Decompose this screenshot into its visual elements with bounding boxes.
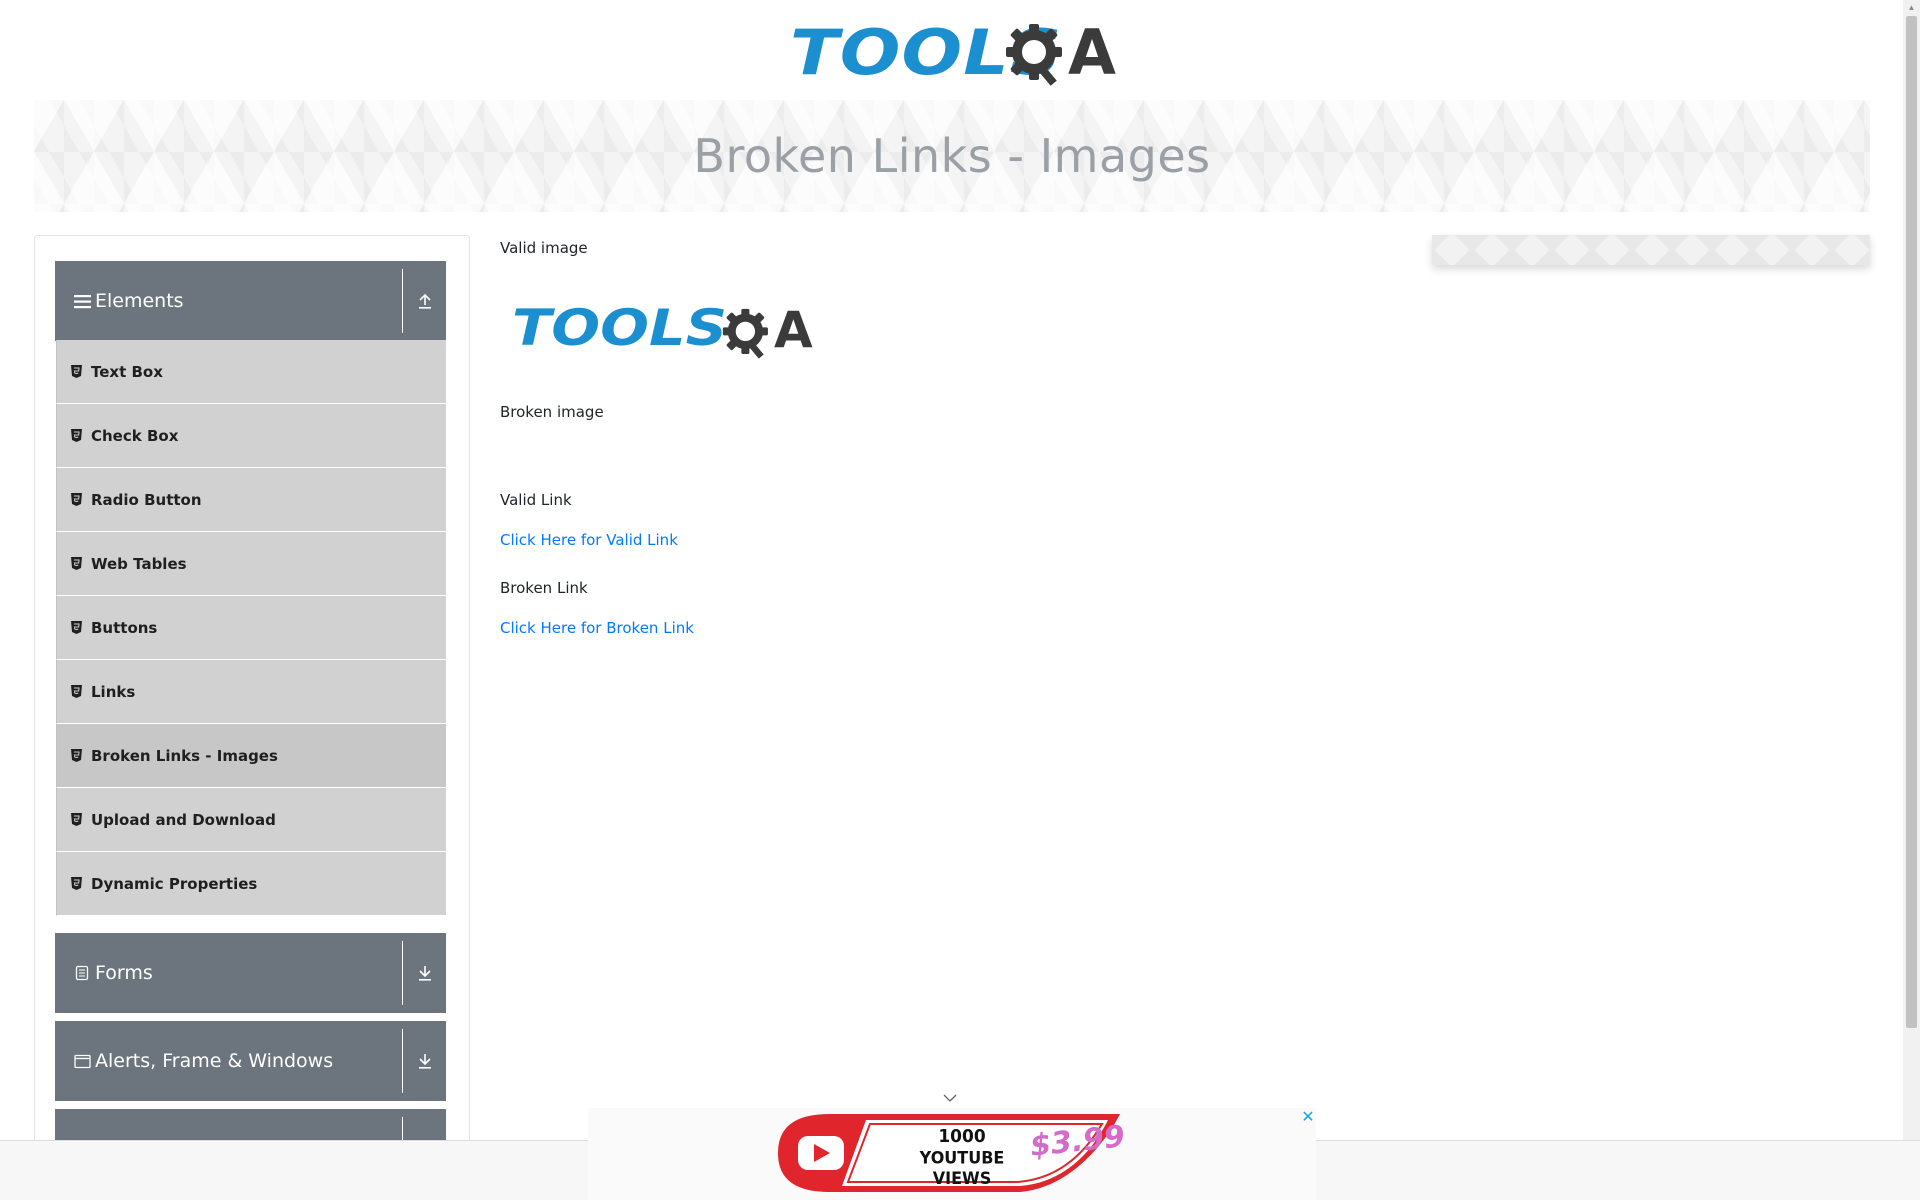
group-header-next[interactable] — [55, 1109, 446, 1140]
html5-icon — [71, 365, 83, 379]
arrow-down-icon[interactable] — [402, 1029, 446, 1093]
valid-link-label: Valid Link — [500, 491, 572, 509]
sidebar-item-check-box[interactable]: Check Box — [56, 404, 446, 468]
arrow-down-icon[interactable] — [402, 941, 446, 1005]
html5-icon — [71, 877, 83, 891]
scrollbar-thumb[interactable] — [1906, 16, 1917, 1028]
broken-link-label: Broken Link — [500, 579, 588, 597]
group-label-forms: Forms — [95, 962, 153, 984]
html5-icon — [71, 493, 83, 507]
valid-link[interactable]: Click Here for Valid Link — [500, 531, 678, 549]
broken-image-label: Broken image — [500, 403, 604, 421]
sidebar-item-label: Buttons — [91, 618, 158, 637]
group-label-alerts-frame-windows: Alerts, Frame & Windows — [95, 1050, 334, 1072]
logo-gear-icon — [1006, 24, 1062, 86]
scroll-up-arrow-icon[interactable]: ▲ — [1906, 2, 1917, 13]
valid-image-qa-text: A — [774, 301, 813, 359]
sidebar-item-dynamic-properties[interactable]: Dynamic Properties — [56, 852, 446, 916]
html5-icon — [71, 621, 83, 635]
valid-image-label: Valid image — [500, 239, 588, 257]
sidebar-item-label: Web Tables — [91, 554, 187, 573]
ad-views-text: 1000 YOUTUBE VIEWS — [902, 1127, 1022, 1190]
gear-icon — [722, 308, 768, 359]
broken-image — [500, 433, 516, 449]
chevron-down-icon[interactable] — [942, 1092, 958, 1104]
group-header-elements[interactable]: Elements — [55, 261, 446, 341]
sidebar-item-radio-button[interactable]: Radio Button — [56, 468, 446, 532]
valid-image: TOOLS A — [512, 293, 842, 373]
html5-icon — [71, 749, 83, 763]
toggle-divider — [402, 1117, 446, 1140]
page-banner: Broken Links - Images — [34, 100, 1870, 212]
elements-menu-list: Text Box Check Box Radio Button Web Tabl… — [56, 340, 446, 916]
html5-icon — [71, 813, 83, 827]
arrow-up-icon[interactable] — [402, 269, 446, 333]
group-header-alerts-frame-windows[interactable]: Alerts, Frame & Windows — [55, 1021, 446, 1101]
sidebar-item-label: Radio Button — [91, 490, 202, 509]
form-icon — [73, 964, 91, 982]
html5-icon — [71, 429, 83, 443]
page-title: Broken Links - Images — [693, 129, 1211, 183]
broken-link[interactable]: Click Here for Broken Link — [500, 619, 694, 637]
sidebar-item-text-box[interactable]: Text Box — [56, 340, 446, 404]
sidebar-item-buttons[interactable]: Buttons — [56, 596, 446, 660]
sidebar-item-label: Links — [91, 682, 136, 701]
sidebar-item-label: Check Box — [91, 426, 179, 445]
close-icon[interactable]: ✕ — [1300, 1110, 1316, 1126]
sidebar-item-links[interactable]: Links — [56, 660, 446, 724]
toolsqa-logo[interactable]: TOOLS A — [790, 14, 1116, 92]
sidebar-item-label: Broken Links - Images — [91, 746, 278, 765]
valid-image-tools-text: TOOLS — [512, 299, 728, 357]
sidebar-item-web-tables[interactable]: Web Tables — [56, 532, 446, 596]
ad-views-label: YOUTUBE VIEWS — [919, 1147, 1005, 1189]
right-ad-banner[interactable] — [1432, 235, 1870, 265]
sidebar-item-label: Dynamic Properties — [91, 874, 258, 893]
sidebar-item-upload-and-download[interactable]: Upload and Download — [56, 788, 446, 852]
html5-icon — [71, 685, 83, 699]
sidebar-item-label: Text Box — [91, 362, 163, 381]
sidebar-item-label: Upload and Download — [91, 810, 276, 829]
sidebar-item-broken-links-images[interactable]: Broken Links - Images — [56, 724, 446, 788]
logo-qa-text: A — [1068, 16, 1116, 89]
page-scrollbar[interactable]: ▲ — [1903, 0, 1920, 1140]
window-icon — [73, 1052, 91, 1070]
hamburger-icon — [73, 292, 91, 310]
html5-icon — [71, 557, 83, 571]
group-header-forms[interactable]: Forms — [55, 933, 446, 1013]
ad-views-count: 1000 — [938, 1126, 986, 1148]
group-label-elements: Elements — [95, 290, 184, 312]
